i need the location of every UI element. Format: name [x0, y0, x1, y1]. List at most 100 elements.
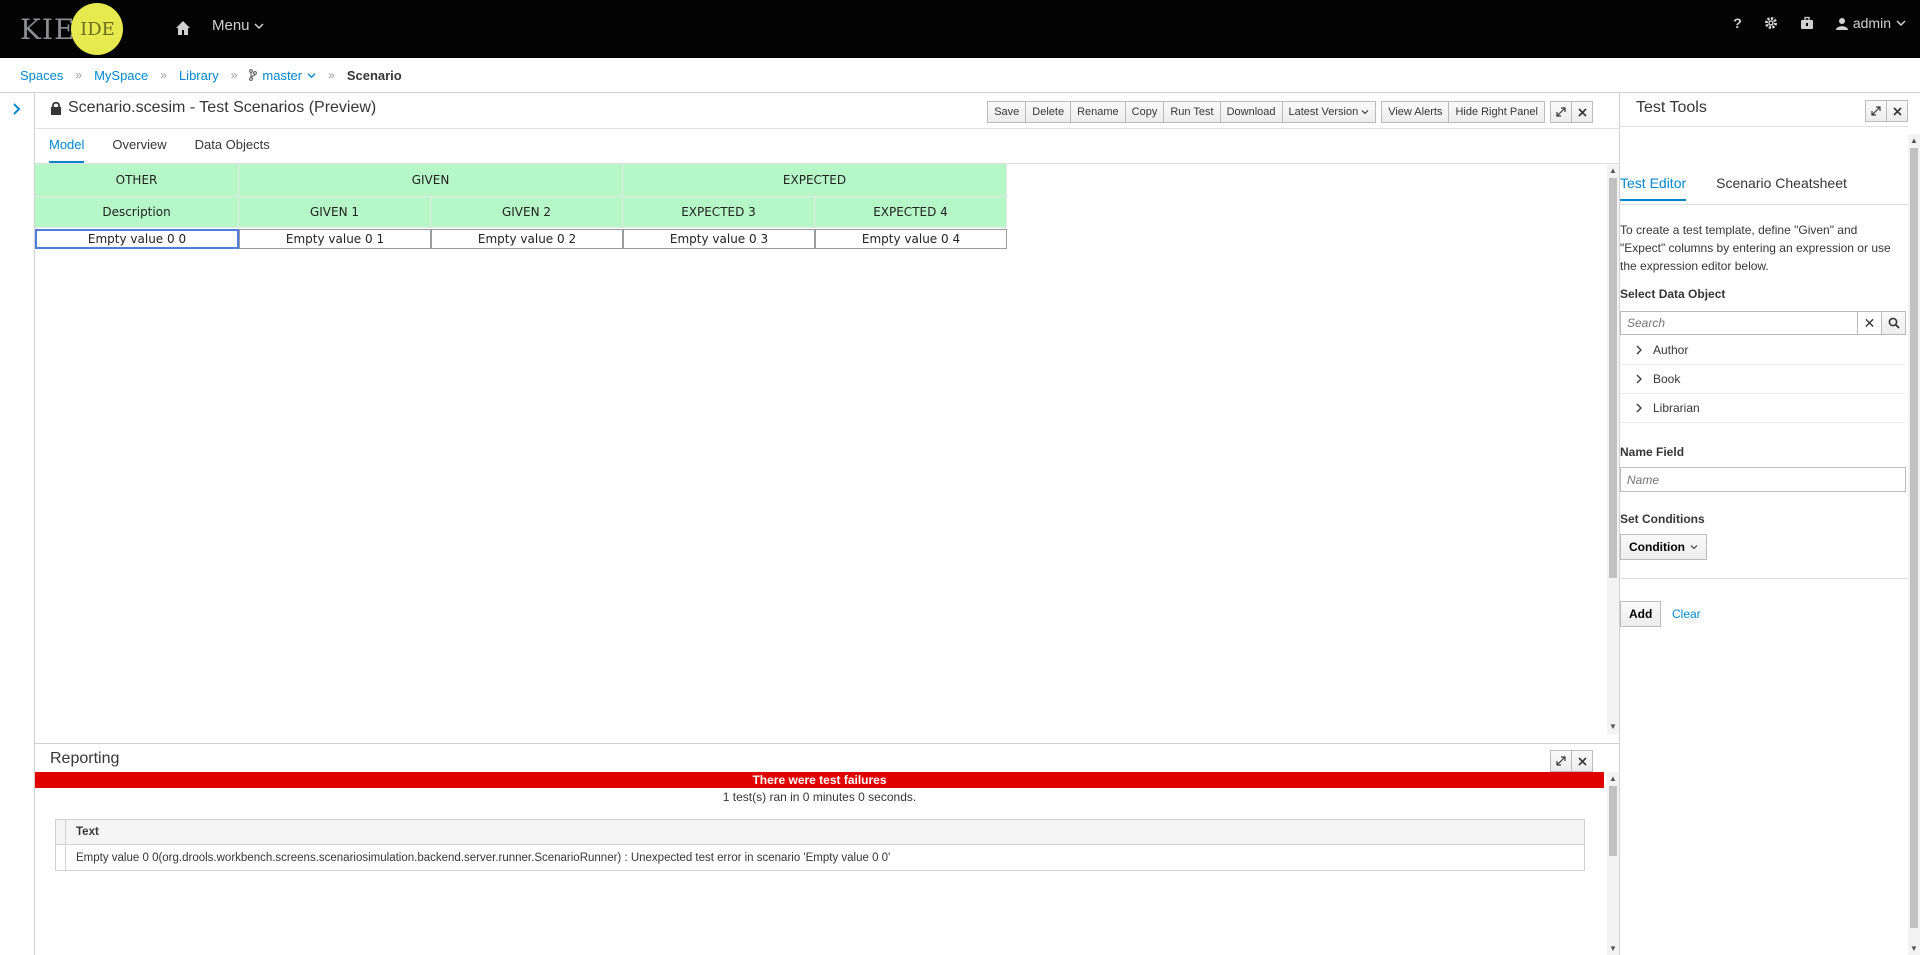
breadcrumb: Spaces » MySpace » Library » master » Sc… [20, 65, 402, 85]
test-tools-scrollbar[interactable]: ▲ ▼ [1908, 134, 1920, 955]
breadcrumb-spaces[interactable]: Spaces [20, 68, 63, 83]
file-actions-group: Save Delete Rename Copy Run Test Downloa… [987, 101, 1377, 123]
column-header-description[interactable]: Description [35, 197, 239, 228]
breadcrumb-separator: » [328, 68, 335, 82]
chevron-right-icon[interactable] [1636, 403, 1643, 413]
results-table: Text Empty value 0 0(org.drools.workbenc… [55, 819, 1585, 871]
close-button[interactable] [1571, 101, 1593, 123]
result-message: Empty value 0 0(org.drools.workbench.scr… [76, 851, 891, 864]
branch-selector[interactable]: master [249, 68, 316, 83]
scenario-editor: Scenario.scesim - Test Scenarios (Previe… [35, 92, 1619, 955]
grid-cell-0-4[interactable]: Empty value 0 4 [815, 229, 1007, 249]
tab-test-editor[interactable]: Test Editor [1620, 175, 1687, 201]
scroll-up-icon[interactable]: ▲ [1910, 136, 1918, 145]
reporting-panel: Reporting There were test failures 1 tes… [35, 743, 1619, 955]
chevron-down-icon [254, 22, 264, 29]
chevron-down-icon [1361, 110, 1369, 115]
scroll-up-icon[interactable]: ▲ [1609, 166, 1617, 175]
breadcrumb-myspace[interactable]: MySpace [94, 68, 148, 83]
row-gutter [56, 845, 66, 870]
clear-link[interactable]: Clear [1672, 607, 1701, 621]
latest-version-dropdown[interactable]: Latest Version [1281, 101, 1377, 123]
copy-button[interactable]: Copy [1124, 101, 1165, 123]
test-tools-tabs: Test Editor Scenario Cheatsheet [1620, 175, 1847, 201]
list-item[interactable]: Author [1620, 336, 1906, 365]
gear-icon[interactable] [1764, 16, 1778, 30]
search-button[interactable] [1882, 311, 1906, 335]
chevron-right-icon[interactable] [1636, 374, 1643, 384]
rename-button[interactable]: Rename [1070, 101, 1126, 123]
maximize-button[interactable] [1550, 101, 1572, 123]
name-field-input[interactable] [1620, 467, 1906, 492]
title-divider [35, 128, 1619, 129]
chevron-down-icon [1690, 545, 1698, 550]
view-alerts-button[interactable]: View Alerts [1381, 101, 1450, 123]
scroll-down-icon[interactable]: ▼ [1910, 944, 1918, 953]
scrollbar-thumb[interactable] [1609, 178, 1617, 578]
reporting-close-button[interactable] [1571, 750, 1593, 772]
name-field-label: Name Field [1620, 445, 1685, 459]
group-header-given[interactable]: GIVEN [239, 164, 623, 197]
scroll-down-icon[interactable]: ▼ [1609, 722, 1617, 731]
breadcrumb-library[interactable]: Library [179, 68, 219, 83]
column-header-expected-4[interactable]: EXPECTED 4 [815, 197, 1007, 228]
expand-icon [1556, 756, 1566, 766]
condition-dropdown[interactable]: Condition [1620, 534, 1707, 560]
clear-search-icon[interactable]: ✕ [1858, 311, 1882, 335]
row-gutter [56, 820, 66, 844]
scrollbar-thumb[interactable] [1910, 148, 1918, 928]
test-editor-help-text: To create a test template, define "Given… [1620, 223, 1891, 273]
tab-model[interactable]: Model [49, 133, 85, 163]
search-icon [1888, 317, 1900, 329]
download-button[interactable]: Download [1219, 101, 1283, 123]
test-summary: 1 test(s) ran in 0 minutes 0 seconds. [722, 790, 917, 804]
scrollbar-thumb[interactable] [1609, 786, 1617, 856]
tab-overview[interactable]: Overview [112, 133, 166, 163]
column-header-text: Text [76, 826, 99, 838]
column-header-given-2[interactable]: GIVEN 2 [431, 197, 623, 228]
chevron-right-icon[interactable] [1636, 345, 1643, 355]
grid-cell-0-1[interactable]: Empty value 0 1 [239, 229, 431, 249]
grid-cell-0-2[interactable]: Empty value 0 2 [431, 229, 623, 249]
add-button[interactable]: Add [1620, 601, 1662, 627]
menu-label: Menu [212, 17, 250, 34]
reporting-scrollbar[interactable]: ▲ ▼ [1607, 772, 1619, 955]
scroll-up-icon[interactable]: ▲ [1609, 774, 1617, 783]
test-tools-tabs-divider [1620, 204, 1908, 205]
briefcase-icon[interactable] [1800, 16, 1814, 30]
data-object-search: ✕ [1620, 311, 1906, 335]
delete-button[interactable]: Delete [1025, 101, 1072, 123]
top-navbar: KIE IDE Menu ? admin [0, 0, 1920, 58]
reporting-maximize-button[interactable] [1550, 750, 1572, 772]
breadcrumb-separator: » [75, 68, 83, 82]
group-header-expected[interactable]: EXPECTED [623, 164, 1007, 197]
select-data-object-label: Select Data Object [1620, 287, 1726, 301]
run-test-button[interactable]: Run Test [1163, 101, 1221, 123]
list-item[interactable]: Librarian [1620, 394, 1906, 423]
window-actions-group [1550, 101, 1593, 123]
home-icon[interactable] [174, 19, 192, 37]
chevron-down-icon [1896, 20, 1906, 27]
breadcrumb-current: Scenario [346, 67, 402, 83]
column-header-given-1[interactable]: GIVEN 1 [239, 197, 431, 228]
user-menu[interactable]: admin [1835, 15, 1906, 31]
grid-scrollbar[interactable]: ▲ ▼ [1607, 164, 1619, 734]
hide-right-panel-button[interactable]: Hide Right Panel [1448, 101, 1545, 123]
table-row[interactable]: Empty value 0 0(org.drools.workbench.scr… [56, 845, 1584, 870]
chevron-right-icon[interactable] [12, 103, 22, 115]
group-header-other[interactable]: OTHER [35, 164, 239, 197]
tab-scenario-cheatsheet[interactable]: Scenario Cheatsheet [1716, 175, 1847, 201]
failure-banner: There were test failures [35, 772, 1604, 788]
save-button[interactable]: Save [987, 101, 1027, 123]
close-icon [1577, 756, 1587, 766]
scroll-down-icon[interactable]: ▼ [1609, 944, 1617, 953]
search-input[interactable] [1620, 311, 1858, 335]
brand-logo[interactable]: KIE IDE [20, 3, 124, 55]
tab-data-objects[interactable]: Data Objects [195, 133, 270, 163]
column-header-expected-3[interactable]: EXPECTED 3 [623, 197, 815, 228]
grid-cell-0-0[interactable]: Empty value 0 0 [35, 229, 239, 249]
help-icon[interactable]: ? [1733, 15, 1742, 31]
grid-cell-0-3[interactable]: Empty value 0 3 [623, 229, 815, 249]
list-item[interactable]: Book [1620, 365, 1906, 394]
menu-dropdown[interactable]: Menu [212, 17, 264, 34]
